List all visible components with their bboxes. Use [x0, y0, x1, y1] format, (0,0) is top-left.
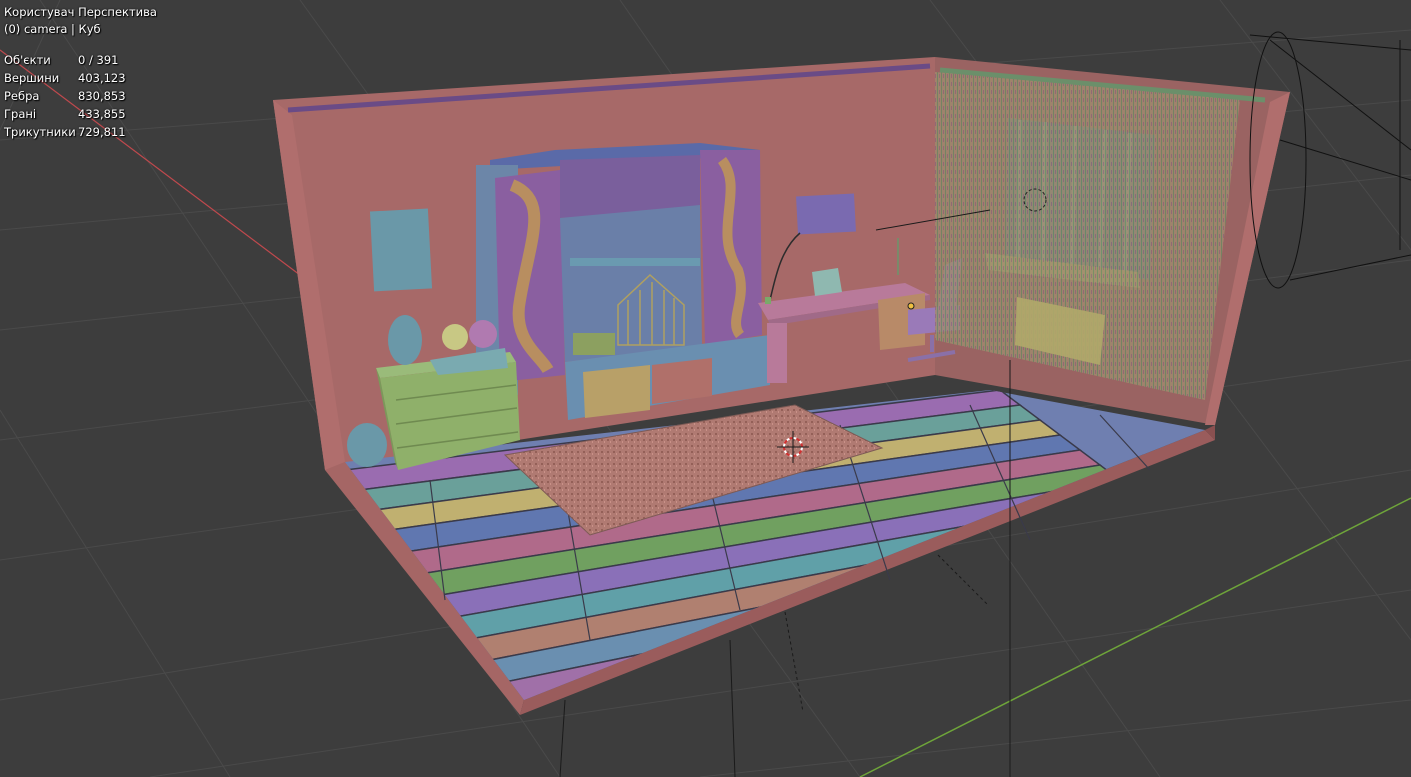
- viewport-scene[interactable]: [0, 0, 1411, 777]
- stat-label: Трикутники: [4, 124, 76, 139]
- stat-label: Вершини: [4, 70, 60, 85]
- stat-value: 729,811: [78, 124, 126, 139]
- backpack: [388, 315, 422, 365]
- bucket: [347, 423, 387, 467]
- stat-value: 403,123: [78, 70, 126, 85]
- light-icon[interactable]: [907, 302, 915, 310]
- viewport-header-text: Користувач Перспектива (0) camera | Куб: [4, 4, 157, 38]
- view-name: Користувач Перспектива: [4, 5, 157, 19]
- stat-row-objects: Об'єкти 0 / 391: [4, 51, 126, 69]
- stat-value: 0 / 391: [78, 52, 119, 67]
- stat-row-vertices: Вершини 403,123: [4, 69, 126, 87]
- stat-value: 433,855: [78, 106, 126, 121]
- stat-row-triangles: Трикутники 729,811: [4, 123, 126, 141]
- scene-statistics: Об'єкти 0 / 391 Вершини 403,123 Ребра 83…: [4, 51, 126, 141]
- stat-label: Грані: [4, 106, 37, 121]
- stat-value: 830,853: [78, 88, 126, 103]
- 3d-viewport[interactable]: Користувач Перспектива (0) camera | Куб …: [0, 0, 1411, 777]
- wall-poster[interactable]: [369, 208, 433, 292]
- stat-label: Об'єкти: [4, 52, 51, 67]
- stat-label: Ребра: [4, 88, 40, 103]
- active-object-info: (0) camera | Куб: [4, 22, 101, 36]
- wardrobe[interactable]: [476, 143, 770, 420]
- stat-row-faces: Грані 433,855: [4, 105, 126, 123]
- stat-row-edges: Ребра 830,853: [4, 87, 126, 105]
